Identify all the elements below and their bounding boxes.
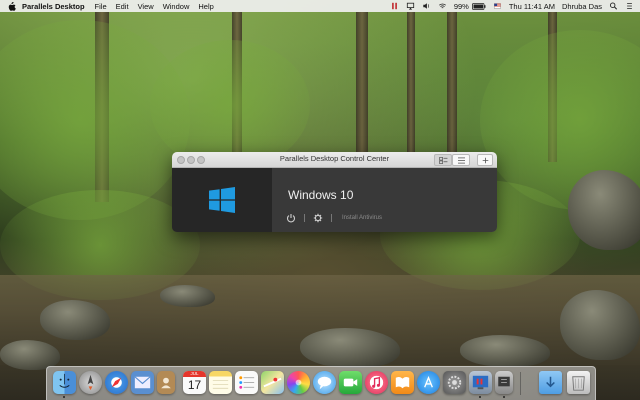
grid-view-icon: [438, 156, 447, 164]
file-menu[interactable]: File: [95, 2, 107, 11]
battery-icon[interactable]: [471, 2, 486, 10]
wallpaper-rock: [160, 285, 215, 307]
settings-gear-icon[interactable]: [313, 213, 323, 223]
ibooks-icon[interactable]: [391, 371, 414, 394]
wallpaper-tree: [447, 12, 457, 172]
safari-icon[interactable]: [105, 371, 128, 394]
control-center-window: Parallels Desktop Control Center Windows…: [172, 152, 497, 232]
notification-center-icon[interactable]: [625, 2, 634, 10]
screen-mirroring-icon[interactable]: [406, 2, 415, 10]
mail-icon[interactable]: [131, 371, 154, 394]
wallpaper-foliage: [150, 40, 310, 170]
wallpaper-rock: [460, 335, 550, 367]
wifi-icon[interactable]: [438, 2, 447, 10]
notes-icon[interactable]: [209, 371, 232, 394]
vm-list: Windows 10 Install Antivirus: [172, 168, 497, 232]
help-menu[interactable]: Help: [198, 2, 213, 11]
list-view-button[interactable]: [452, 154, 470, 166]
wallpaper-tree: [407, 12, 415, 152]
wallpaper-rock: [300, 328, 400, 368]
dock-separator: [520, 372, 521, 395]
dock: JUL 17: [46, 366, 596, 400]
grid-view-button[interactable]: [434, 154, 452, 166]
add-vm-button[interactable]: [477, 154, 493, 166]
window-title-bar[interactable]: Parallels Desktop Control Center: [172, 152, 497, 168]
battery-percentage[interactable]: 99%: [454, 2, 469, 11]
view-menu[interactable]: View: [138, 2, 154, 11]
install-antivirus-link[interactable]: Install Antivirus: [342, 215, 382, 221]
running-indicator: [503, 396, 505, 398]
downloads-folder-icon[interactable]: [539, 371, 562, 394]
control-separator: [331, 214, 332, 222]
parallels-control-center-icon[interactable]: [495, 371, 513, 394]
plus-icon: [482, 157, 488, 163]
edit-menu[interactable]: Edit: [116, 2, 129, 11]
parallels-status-icon[interactable]: [390, 2, 399, 10]
facetime-icon[interactable]: [339, 371, 362, 394]
spotlight-search-icon[interactable]: [609, 2, 618, 10]
window-menu[interactable]: Window: [163, 2, 190, 11]
apple-menu-icon[interactable]: [8, 1, 16, 11]
input-source-flag-icon[interactable]: [493, 2, 502, 10]
running-indicator: [479, 396, 481, 398]
launchpad-icon[interactable]: [79, 371, 102, 394]
app-store-icon[interactable]: [417, 371, 440, 394]
itunes-icon[interactable]: [365, 371, 388, 394]
wallpaper-rock: [568, 170, 640, 250]
calendar-icon[interactable]: JUL 17: [183, 371, 206, 394]
system-preferences-icon[interactable]: [443, 371, 466, 394]
finder-icon[interactable]: [53, 371, 76, 394]
windows-logo-icon: [209, 187, 235, 213]
parallels-icon[interactable]: [469, 371, 492, 394]
menu-bar: Parallels Desktop File Edit View Window …: [0, 0, 640, 12]
reminders-icon[interactable]: [235, 371, 258, 394]
contacts-icon[interactable]: [157, 371, 175, 394]
wallpaper-rock: [40, 300, 110, 340]
photos-icon[interactable]: [287, 371, 310, 394]
user-account-menu[interactable]: Dhruba Das: [562, 2, 602, 11]
running-indicator: [63, 396, 65, 398]
vm-name[interactable]: Windows 10: [288, 188, 353, 202]
control-separator: [304, 214, 305, 222]
trash-icon[interactable]: [567, 371, 590, 394]
volume-icon[interactable]: [422, 2, 431, 10]
maps-icon[interactable]: [261, 371, 284, 394]
vm-thumbnail[interactable]: [172, 168, 272, 232]
app-menu[interactable]: Parallels Desktop: [22, 2, 85, 11]
vm-controls: Install Antivirus: [286, 212, 382, 224]
messages-icon[interactable]: [313, 371, 336, 394]
power-button-icon[interactable]: [286, 213, 296, 223]
calendar-day: 17: [187, 378, 202, 392]
desktop: Parallels Desktop File Edit View Window …: [0, 0, 640, 400]
menubar-clock[interactable]: Thu 11:41 AM: [509, 2, 555, 11]
list-view-icon: [457, 156, 465, 164]
